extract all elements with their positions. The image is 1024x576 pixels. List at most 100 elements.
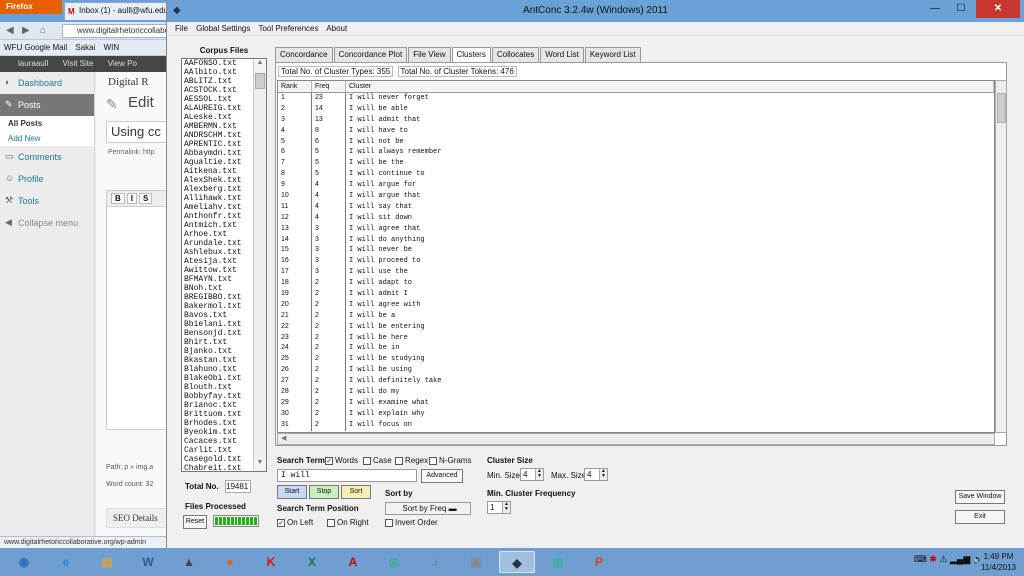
- corpus-file-item[interactable]: Arhoe.txt: [182, 230, 254, 239]
- menu-file[interactable]: File: [175, 24, 188, 33]
- table-row[interactable]: 3 13 I will admit that: [278, 114, 994, 126]
- exit-button[interactable]: Exit: [955, 510, 1005, 524]
- app-tray-icon[interactable]: ✱: [929, 554, 937, 564]
- keyboard-icon[interactable]: ⌨: [914, 554, 927, 564]
- close-button[interactable]: ✕: [976, 0, 1020, 18]
- tab-clusters[interactable]: Clusters: [451, 47, 491, 63]
- corpus-scrollbar[interactable]: ▲ ▼: [253, 59, 266, 471]
- corpus-file-item[interactable]: BFMAYN.txt: [182, 275, 254, 284]
- min-freq-spinner[interactable]: 1 ▲ ▼: [487, 501, 511, 514]
- corpus-file-item[interactable]: Bjanko.txt: [182, 347, 254, 356]
- column-rank[interactable]: Rank: [278, 81, 312, 92]
- table-row[interactable]: 21 2 I will be a: [278, 310, 994, 322]
- corpus-file-item[interactable]: Chabreit.txt: [182, 464, 254, 471]
- corpus-file-item[interactable]: BlakeObi.txt: [182, 374, 254, 383]
- corpus-file-item[interactable]: BREGIBBO.txt: [182, 293, 254, 302]
- on-left-checkbox[interactable]: ✓: [277, 518, 285, 527]
- powerpoint-taskbar-icon[interactable]: P: [581, 551, 617, 573]
- wp-submenu-add-new[interactable]: Add New: [0, 131, 94, 146]
- table-row[interactable]: 28 2 I will do my: [278, 387, 994, 398]
- case-option[interactable]: Case: [363, 456, 392, 465]
- scroll-left-icon[interactable]: ◀: [278, 435, 286, 442]
- corpus-file-item[interactable]: Allihawk.txt: [182, 194, 254, 203]
- table-row[interactable]: 94I will argue for: [278, 180, 994, 192]
- app-generic-taskbar-icon[interactable]: ▲: [171, 551, 207, 573]
- spinner-arrows-icon[interactable]: ▲ ▼: [535, 469, 543, 480]
- corpus-file-item[interactable]: Agualtie.txt: [182, 158, 254, 167]
- table-row[interactable]: 29 2 I will examine what: [278, 397, 994, 409]
- wp-menu-tools[interactable]: ⚒ Tools: [0, 190, 94, 212]
- corpus-file-item[interactable]: BNoh.txt: [182, 284, 254, 293]
- tab-word-list[interactable]: Word List: [540, 47, 584, 62]
- corpus-file-item[interactable]: Abbaymdn.txt: [182, 149, 254, 158]
- menu-global-settings[interactable]: Global Settings: [196, 24, 250, 33]
- corpus-file-item[interactable]: ALeske.txt: [182, 113, 254, 122]
- admin-user[interactable]: lauraaull: [18, 59, 48, 68]
- scroll-thumb[interactable]: [255, 73, 265, 89]
- corpus-file-item[interactable]: Anthonfr.txt: [182, 212, 254, 221]
- table-row[interactable]: 30 2 I will explain why: [278, 408, 994, 420]
- save-window-button[interactable]: Save Window: [955, 490, 1005, 504]
- table-row[interactable]: 15 3 I will never be: [278, 245, 994, 257]
- firefox-menu-button[interactable]: Firefox: [0, 0, 62, 14]
- word-taskbar-icon[interactable]: W: [130, 551, 166, 573]
- table-row[interactable]: 11 4 I will say that: [278, 201, 994, 213]
- wp-menu-comments[interactable]: ▭ Comments: [0, 146, 94, 168]
- scroll-down-icon[interactable]: ▼: [254, 459, 266, 471]
- app-window-taskbar-icon[interactable]: ▦: [540, 551, 576, 573]
- forward-icon[interactable]: ▶: [22, 25, 30, 36]
- back-icon[interactable]: ◀: [6, 25, 14, 36]
- ie-taskbar-icon[interactable]: e: [48, 551, 84, 573]
- reset-button[interactable]: Reset: [183, 515, 207, 529]
- table-row[interactable]: 25 2 I will be studying: [278, 354, 994, 366]
- tab-file-view[interactable]: File View: [408, 47, 451, 62]
- corpus-file-item[interactable]: Alexberg.txt: [182, 185, 254, 194]
- corpus-file-item[interactable]: Bavos.txt: [182, 311, 254, 320]
- search-term-input[interactable]: I will: [277, 469, 417, 482]
- corpus-file-item[interactable]: Brianoc.txt: [182, 401, 254, 410]
- table-row[interactable]: 85I will continue to: [278, 169, 994, 181]
- corpus-file-item[interactable]: AlexShek.txt: [182, 176, 254, 185]
- table-row[interactable]: 24 2 I will be in: [278, 343, 994, 355]
- bookmark-item[interactable]: WFU Google Mail: [4, 43, 67, 52]
- table-row[interactable]: 65I will always remember: [278, 147, 994, 159]
- corpus-file-item[interactable]: ANDRSCHM.txt: [182, 131, 254, 140]
- start-orb-taskbar-icon[interactable]: ◉: [6, 551, 42, 573]
- corpus-file-list[interactable]: AAFONSO.txt AAlbito.txt ABLITZ.txt ACSTOCK.…: [181, 58, 267, 472]
- table-row[interactable]: 1 23 I will never forget: [278, 93, 994, 104]
- table-row[interactable]: 26 2 I will be using: [278, 365, 994, 377]
- corpus-file-item[interactable]: Arundale.txt: [182, 239, 254, 248]
- table-row[interactable]: 14 3 I will do anything: [278, 234, 994, 246]
- corpus-file-item[interactable]: Blahuno.txt: [182, 365, 254, 374]
- menu-about[interactable]: About: [326, 24, 347, 33]
- ngrams-option[interactable]: N-Grams: [429, 456, 471, 465]
- corpus-file-item[interactable]: AAFONSO.txt: [182, 59, 254, 68]
- url-bar[interactable]: www.digitalrhetoriccollaborative.org: [62, 24, 170, 38]
- corpus-file-item[interactable]: Bobbyfay.txt: [182, 392, 254, 401]
- column-cluster[interactable]: Cluster: [346, 81, 994, 92]
- table-horizontal-scrollbar[interactable]: ◀: [277, 433, 995, 445]
- table-row[interactable]: 16 3 I will proceed to: [278, 256, 994, 268]
- corpus-file-item[interactable]: Antmich.txt: [182, 221, 254, 230]
- table-row[interactable]: 2 14 I will be able: [278, 103, 994, 115]
- post-editor[interactable]: BIS: [106, 190, 170, 430]
- file-explorer-taskbar-icon[interactable]: ▤: [89, 551, 125, 573]
- firefox-taskbar-icon[interactable]: ●: [212, 551, 248, 573]
- bold-button[interactable]: B: [111, 193, 125, 204]
- corpus-file-item[interactable]: Bensonjd.txt: [182, 329, 254, 338]
- corpus-file-item[interactable]: Ameliahv.txt: [182, 203, 254, 212]
- corpus-file-item[interactable]: Atesija.txt: [182, 257, 254, 266]
- words-option[interactable]: ✓ Words: [325, 456, 358, 465]
- corpus-file-item[interactable]: AMBERMN.txt: [182, 122, 254, 131]
- wp-menu-dashboard[interactable]: ◐ Dashboard: [0, 72, 94, 94]
- scroll-thumb[interactable]: [997, 93, 1006, 123]
- corpus-file-item[interactable]: Brittuom.txt: [182, 410, 254, 419]
- clock[interactable]: 1:49 PM 11/4/2013: [981, 551, 1016, 573]
- tab-concordance-plot[interactable]: Concordance Plot: [333, 47, 408, 62]
- bookmark-item[interactable]: WIN: [104, 43, 120, 52]
- tab-concordance[interactable]: Concordance: [275, 47, 333, 62]
- corpus-file-item[interactable]: AESSOL.txt: [182, 95, 254, 104]
- corpus-file-item[interactable]: Bbielani.txt: [182, 320, 254, 329]
- table-row[interactable]: 75I will be the: [278, 158, 994, 170]
- app-browser-taskbar-icon[interactable]: ◎: [376, 551, 412, 573]
